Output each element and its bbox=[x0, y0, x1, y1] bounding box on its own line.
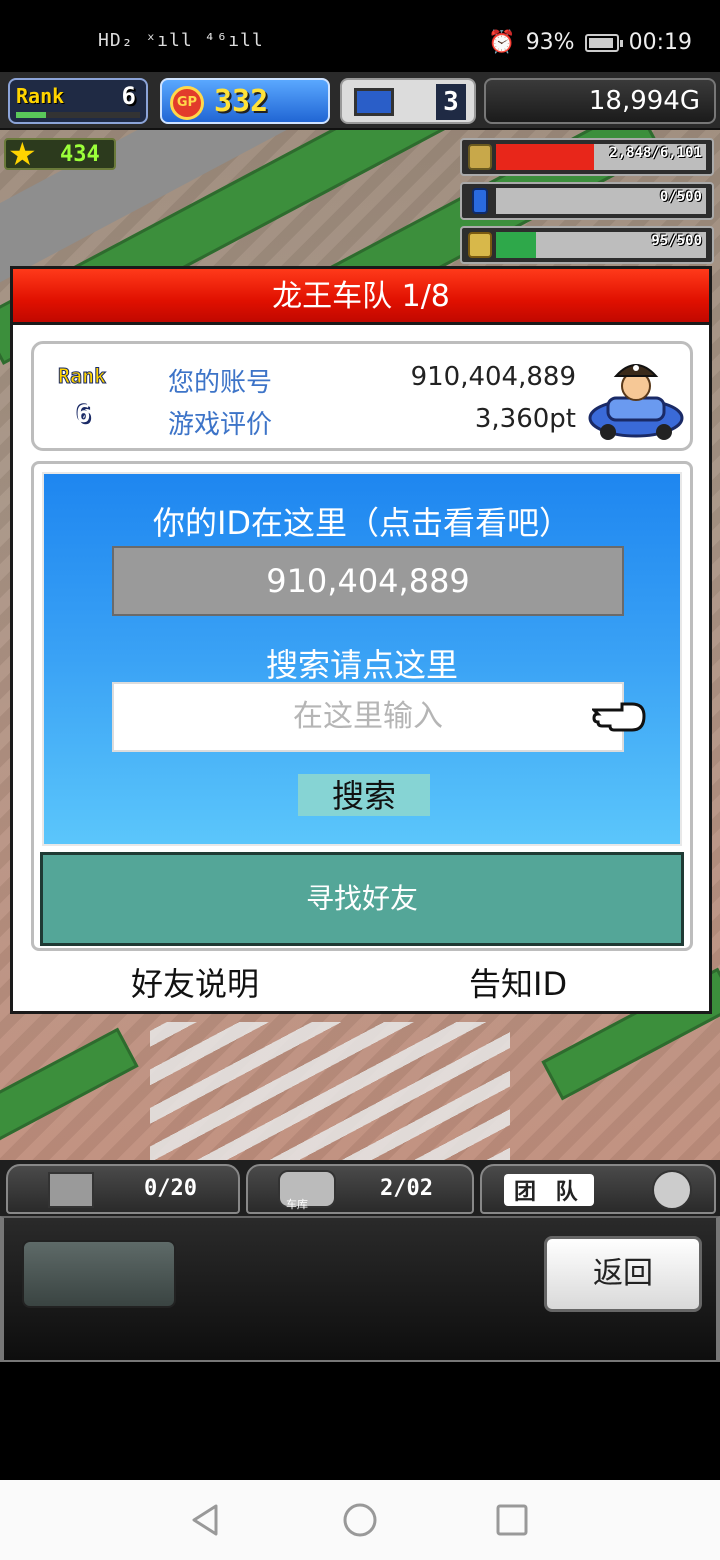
system-nav-bar bbox=[0, 1480, 720, 1560]
top-hud: Rank 6 GP 332 3 18,994G bbox=[0, 72, 720, 130]
account-card: Rank 6 您的账号 910,404,889 游戏评价 3,360pt bbox=[31, 341, 693, 451]
network-indicators: HD₂ ˣıll ⁴⁶ıll bbox=[98, 30, 264, 51]
back-button[interactable]: 返回 bbox=[544, 1236, 702, 1312]
search-hint: 搜索请点这里 bbox=[265, 646, 458, 684]
research-value: 3 bbox=[436, 84, 466, 120]
food-text: 95/500 bbox=[651, 233, 702, 249]
tab-garage[interactable]: 车库 2/02 bbox=[246, 1164, 474, 1214]
garage-label: 车库 bbox=[286, 1198, 308, 1211]
alarm-icon: ⏰ bbox=[488, 30, 516, 55]
search-button[interactable]: 搜索 bbox=[298, 774, 430, 816]
rank-label: Rank bbox=[16, 84, 65, 108]
money-value: 18,994G bbox=[588, 86, 700, 116]
nav-back-icon[interactable] bbox=[186, 1500, 226, 1540]
computer-icon bbox=[354, 88, 394, 116]
fuel-text: 0/500 bbox=[659, 189, 702, 205]
search-area: 你的ID在这里（点击看看吧） 910,404,889 搜索请点这里 在这里输入 … bbox=[42, 472, 682, 846]
nav-home-icon[interactable] bbox=[340, 1500, 380, 1540]
bottom-tabs: 0/20 车库 2/02 团 队 bbox=[0, 1160, 720, 1216]
research-panel[interactable]: 3 bbox=[340, 78, 476, 124]
money-panel[interactable]: 18,994G bbox=[484, 78, 716, 124]
items-count: 0/20 bbox=[144, 1176, 197, 1201]
team-dialog: 龙王车队 1/8 Rank 6 您的账号 910,404,889 游戏评价 3,… bbox=[10, 266, 712, 1014]
coins-text: 2,848/6,101 bbox=[609, 145, 702, 161]
wheat-icon bbox=[468, 232, 492, 258]
id-title: 你的ID在这里（点击看看吧） bbox=[152, 504, 572, 542]
tab-team[interactable]: 团 队 bbox=[480, 1164, 716, 1214]
member-portrait-icon bbox=[652, 1170, 692, 1210]
star-icon: ★ bbox=[8, 135, 37, 173]
friend-info-button[interactable]: 好友说明 bbox=[131, 959, 259, 1005]
rank-progress-bar bbox=[16, 112, 140, 118]
crate-icon bbox=[48, 1172, 94, 1208]
dialog-title: 龙王车队 1/8 bbox=[13, 269, 709, 325]
battery-icon bbox=[584, 33, 623, 52]
nav-recents-icon[interactable] bbox=[492, 1500, 532, 1540]
account-rank-label: Rank bbox=[57, 364, 107, 389]
pirate-driver-avatar bbox=[588, 364, 684, 440]
resource-bar-food[interactable]: 95/500 bbox=[460, 226, 714, 264]
game-rating-label: 游戏评价 bbox=[168, 410, 273, 440]
battery-percent: 93% bbox=[525, 30, 575, 55]
status-bar: HD₂ ˣıll ⁴⁶ıll ⏰ 93% 00:19 bbox=[0, 0, 720, 72]
clock: 00:19 bbox=[628, 30, 692, 55]
rank-panel[interactable]: Rank 6 bbox=[8, 78, 148, 124]
account-id-value: 910,404,889 bbox=[410, 362, 576, 392]
gp-coin-icon: GP bbox=[170, 86, 204, 120]
hedge-row bbox=[0, 1027, 139, 1161]
share-id-button[interactable]: 告知ID bbox=[469, 959, 567, 1005]
popularity-badge[interactable]: ★ 434 bbox=[4, 138, 116, 170]
crosswalk bbox=[150, 1022, 510, 1162]
status-right: ⏰ 93% 00:19 bbox=[488, 30, 692, 55]
account-rank-value: 6 bbox=[76, 400, 91, 428]
popularity-value: 434 bbox=[60, 142, 100, 167]
search-input[interactable]: 在这里输入 bbox=[112, 682, 624, 752]
fuel-can-icon bbox=[472, 188, 488, 214]
rank-value: 6 bbox=[121, 82, 136, 110]
team-label: 团 队 bbox=[504, 1174, 594, 1206]
tab-items[interactable]: 0/20 bbox=[6, 1164, 240, 1214]
my-id-box[interactable]: 910,404,889 bbox=[112, 546, 624, 616]
coin-stack-icon bbox=[468, 144, 492, 170]
find-friend-button[interactable]: 寻找好友 bbox=[40, 852, 684, 946]
pointing-hand-icon bbox=[592, 702, 646, 732]
dialog-footer: 好友说明 告知ID bbox=[13, 959, 709, 1011]
screen-gap bbox=[0, 1362, 720, 1480]
game-rating-value: 3,360pt bbox=[474, 404, 576, 434]
resource-bar-fuel[interactable]: 0/500 bbox=[460, 182, 714, 220]
garage-count: 2/02 bbox=[380, 1176, 433, 1201]
gp-panel[interactable]: GP 332 bbox=[160, 78, 330, 124]
resource-bar-coins[interactable]: 2,848/6,101 bbox=[460, 138, 714, 176]
account-id-label: 您的账号 bbox=[168, 368, 273, 398]
search-panel: 你的ID在这里（点击看看吧） 910,404,889 搜索请点这里 在这里输入 … bbox=[31, 461, 693, 951]
lower-panel: 返回 bbox=[0, 1216, 720, 1362]
gp-value: 332 bbox=[214, 84, 269, 119]
blank-button[interactable] bbox=[22, 1240, 176, 1308]
battery-level bbox=[588, 37, 613, 48]
